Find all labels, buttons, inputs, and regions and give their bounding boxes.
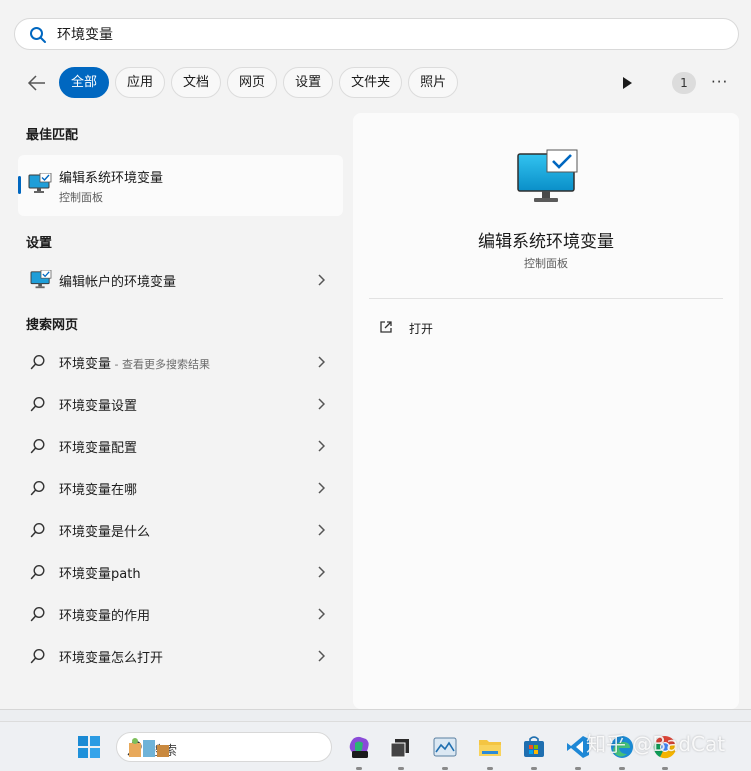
web-result-text: 环境变量	[59, 357, 112, 372]
photos-icon[interactable]	[432, 734, 458, 760]
best-match-title: 编辑系统环境变量	[59, 171, 164, 186]
running-indicator	[442, 767, 448, 770]
play-button[interactable]	[620, 75, 634, 89]
monitor-check-icon	[28, 173, 52, 193]
rewards-badge[interactable]: 1	[672, 72, 696, 94]
tab-apps[interactable]: 应用	[115, 67, 166, 98]
more-options-button[interactable]: ···	[711, 73, 728, 91]
running-indicator	[356, 767, 362, 770]
back-button[interactable]	[26, 72, 50, 94]
chevron-right-icon[interactable]	[317, 524, 325, 536]
preview-title: 编辑系统环境变量	[478, 232, 614, 252]
play-icon	[623, 77, 632, 89]
web-result-label: 环境变量path	[59, 567, 141, 582]
web-result-label: 环境变量是什么	[59, 525, 151, 540]
watermark: 知乎 @BadCat	[586, 732, 726, 756]
tab-documents[interactable]: 文档	[171, 67, 222, 98]
web-result-item[interactable]: 环境变量是什么	[18, 512, 343, 548]
preview-pane: 编辑系统环境变量 控制面板 打开	[353, 113, 739, 709]
section-title-settings: 设置	[26, 236, 53, 251]
search-highlight-icon	[129, 738, 169, 757]
web-result-hint: - 查看更多搜索结果	[111, 358, 210, 371]
settings-item-edit-account-env[interactable]: 编辑帐户的环境变量	[18, 262, 343, 298]
search-box[interactable]	[14, 18, 739, 50]
search-icon	[30, 606, 45, 622]
monitor-check-icon	[517, 149, 578, 202]
microsoft-store-icon[interactable]	[521, 734, 547, 760]
web-result-item[interactable]: 环境变量配置	[18, 428, 343, 464]
chevron-right-icon[interactable]	[317, 440, 325, 452]
monitor-check-icon	[30, 270, 52, 289]
running-indicator	[531, 767, 537, 770]
selection-indicator	[18, 176, 21, 194]
arrow-left-icon	[27, 75, 45, 91]
search-icon	[30, 396, 45, 412]
running-indicator	[662, 767, 668, 770]
best-match-subtitle: 控制面板	[59, 191, 103, 204]
chevron-right-icon[interactable]	[317, 608, 325, 620]
web-result-label: 环境变量设置	[59, 399, 138, 414]
web-result-item[interactable]: 环境变量path	[18, 554, 343, 590]
running-indicator	[398, 767, 404, 770]
search-icon	[30, 648, 45, 664]
open-action-label: 打开	[409, 322, 434, 336]
terminal-icon[interactable]	[388, 734, 414, 760]
web-result-label: 环境变量的作用	[59, 609, 151, 624]
search-icon	[30, 480, 45, 496]
web-result-item[interactable]: 环境变量在哪	[18, 470, 343, 506]
web-result-item[interactable]: 环境变量设置	[18, 386, 343, 422]
web-result-item[interactable]: 环境变量怎么打开	[18, 638, 343, 674]
search-input[interactable]	[57, 23, 717, 45]
tab-all[interactable]: 全部	[59, 67, 110, 98]
divider	[369, 298, 723, 299]
open-external-icon	[380, 321, 392, 333]
running-indicator	[619, 767, 625, 770]
search-icon	[30, 564, 45, 580]
chevron-right-icon[interactable]	[317, 274, 325, 286]
search-icon	[30, 354, 45, 370]
web-result-label: 环境变量怎么打开	[59, 651, 164, 666]
chevron-right-icon[interactable]	[317, 356, 325, 368]
open-action[interactable]: 打开	[379, 318, 499, 342]
chevron-right-icon[interactable]	[317, 566, 325, 578]
tab-settings[interactable]: 设置	[283, 67, 334, 98]
web-result-label: 环境变量在哪	[59, 483, 138, 498]
web-result-item[interactable]: 环境变量的作用	[18, 596, 343, 632]
best-match-item[interactable]: 编辑系统环境变量 控制面板	[18, 155, 343, 216]
running-indicator	[487, 767, 493, 770]
preview-subtitle: 控制面板	[524, 257, 568, 270]
taskbar-search[interactable]: 搜索	[116, 732, 332, 762]
chevron-right-icon[interactable]	[317, 650, 325, 662]
running-indicator	[575, 767, 581, 770]
web-result-item[interactable]: 环境变量 - 查看更多搜索结果	[18, 344, 343, 380]
copilot-icon[interactable]	[346, 734, 372, 760]
search-icon	[30, 27, 46, 43]
section-title-web: 搜索网页	[26, 318, 79, 333]
tab-photos[interactable]: 照片	[408, 67, 459, 98]
windows-start-icon[interactable]	[76, 734, 102, 760]
search-icon	[30, 522, 45, 538]
search-icon	[30, 438, 45, 454]
section-title-best-match: 最佳匹配	[26, 128, 79, 143]
tab-web[interactable]: 网页	[227, 67, 278, 98]
filter-tabs: 全部 应用 文档 网页 设置 文件夹 照片	[59, 67, 459, 98]
web-result-label: 环境变量 - 查看更多搜索结果	[59, 353, 210, 372]
tab-folders[interactable]: 文件夹	[339, 67, 403, 98]
chevron-right-icon[interactable]	[317, 398, 325, 410]
chevron-right-icon[interactable]	[317, 482, 325, 494]
start-search-panel: 全部 应用 文档 网页 设置 文件夹 照片 1 ··· 最佳匹配 编辑系统环境变…	[0, 0, 751, 710]
web-result-label: 环境变量配置	[59, 441, 138, 456]
file-explorer-icon[interactable]	[477, 734, 503, 760]
settings-item-label: 编辑帐户的环境变量	[59, 275, 177, 290]
